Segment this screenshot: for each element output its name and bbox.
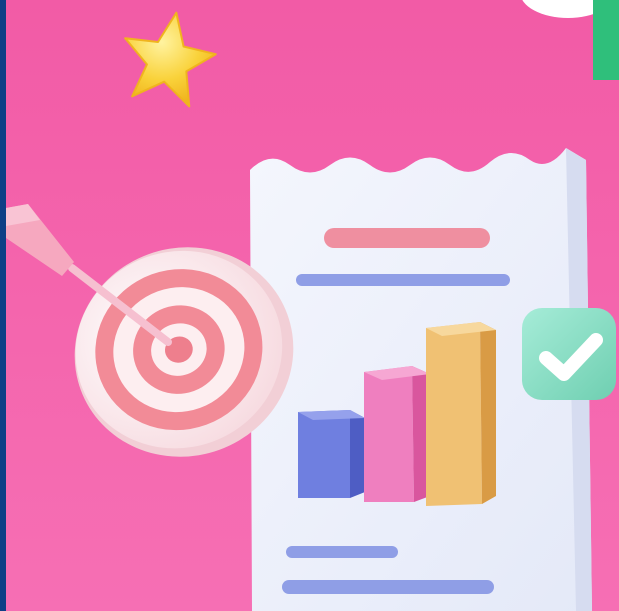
title-line xyxy=(324,228,490,248)
bar-yellow xyxy=(426,322,496,506)
check-icon xyxy=(522,308,616,400)
footer-line-1 xyxy=(286,546,398,558)
illustration-svg xyxy=(0,0,619,611)
subtitle-line xyxy=(296,274,510,286)
illustration-canvas xyxy=(0,0,619,611)
bar-blue xyxy=(298,410,365,498)
bar-pink xyxy=(364,366,430,502)
green-corner xyxy=(593,0,619,80)
footer-line-2 xyxy=(282,580,494,594)
